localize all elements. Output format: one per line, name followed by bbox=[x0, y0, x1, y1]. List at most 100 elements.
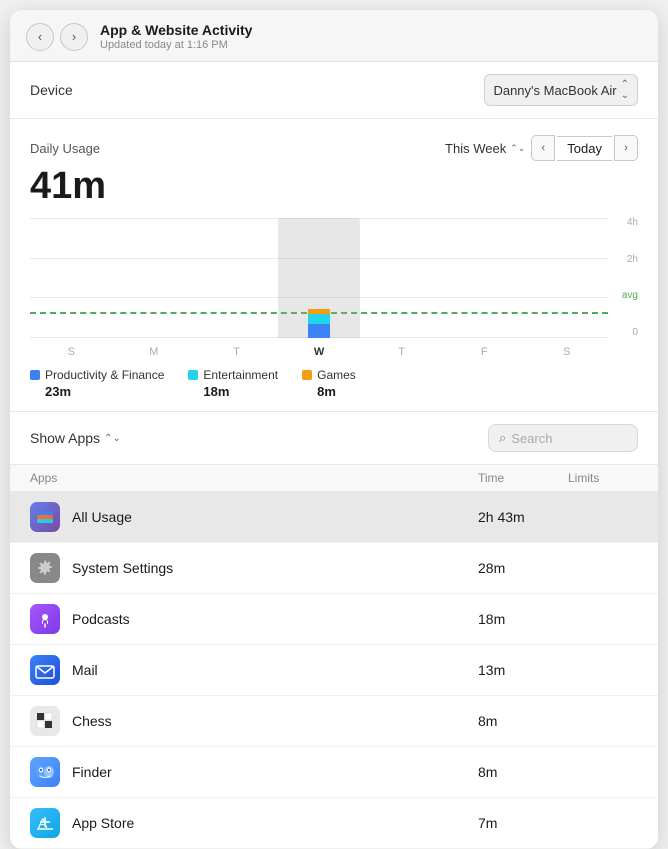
table-row[interactable]: Chess 8m bbox=[10, 696, 658, 747]
app-icon-all-usage bbox=[30, 502, 60, 532]
app-icon-chess bbox=[30, 706, 60, 736]
forward-button[interactable]: › bbox=[60, 23, 88, 51]
legend-dot-row-productivity: Productivity & Finance bbox=[30, 368, 164, 382]
app-name-system-settings: System Settings bbox=[72, 560, 478, 576]
legend-productivity: Productivity & Finance 23m bbox=[30, 368, 164, 399]
back-button[interactable]: ‹ bbox=[26, 23, 54, 51]
table-row[interactable]: Mail 13m bbox=[10, 645, 658, 696]
nav-buttons: ‹ › bbox=[26, 23, 88, 51]
app-name-mail: Mail bbox=[72, 662, 478, 678]
bar-blue-w bbox=[308, 324, 330, 338]
show-apps-label: Show Apps bbox=[30, 430, 100, 446]
app-time-podcasts: 18m bbox=[478, 611, 568, 627]
x-label-s1: S bbox=[30, 346, 113, 358]
x-label-m: M bbox=[113, 346, 196, 358]
app-icon-appstore: A bbox=[30, 808, 60, 838]
today-label: Today bbox=[557, 136, 612, 161]
table-row[interactable]: System Settings 28m bbox=[10, 543, 658, 594]
daily-usage-label: Daily Usage bbox=[30, 141, 100, 156]
window-subtitle: Updated today at 1:16 PM bbox=[100, 39, 642, 51]
legend-dot-row-entertainment: Entertainment bbox=[188, 368, 278, 382]
table-row[interactable]: Podcasts 18m bbox=[10, 594, 658, 645]
legend-games: Games 8m bbox=[302, 368, 356, 399]
chart-header: Daily Usage This Week ⌃⌄ ‹ Today › bbox=[30, 135, 638, 161]
chart-controls: This Week ⌃⌄ ‹ Today › bbox=[445, 135, 638, 161]
chart-section: Daily Usage This Week ⌃⌄ ‹ Today › 41m bbox=[10, 119, 658, 412]
legend-dot-productivity bbox=[30, 370, 40, 380]
y-label-avg: avg bbox=[622, 291, 638, 301]
table-row[interactable]: All Usage 2h 43m bbox=[10, 492, 658, 543]
chart-legend: Productivity & Finance 23m Entertainment… bbox=[30, 368, 638, 399]
legend-name-entertainment: Entertainment bbox=[203, 368, 278, 382]
bar-group-s1 bbox=[30, 218, 113, 338]
x-label-t2: T bbox=[360, 346, 443, 358]
app-name-chess: Chess bbox=[72, 713, 478, 729]
bar-group-t1 bbox=[195, 218, 278, 338]
x-label-s2: S bbox=[525, 346, 608, 358]
main-window: ‹ › App & Website Activity Updated today… bbox=[10, 10, 658, 849]
next-period-button[interactable]: › bbox=[614, 135, 638, 161]
search-input[interactable]: Search bbox=[511, 431, 552, 446]
legend-time-games: 8m bbox=[302, 384, 356, 399]
bar-stack-w bbox=[308, 288, 330, 338]
table-row[interactable]: A App Store 7m bbox=[10, 798, 658, 849]
app-name-podcasts: Podcasts bbox=[72, 611, 478, 627]
bar-group-f bbox=[443, 218, 526, 338]
app-name-finder: Finder bbox=[72, 764, 478, 780]
bar-group-w bbox=[278, 218, 361, 338]
legend-time-productivity: 23m bbox=[30, 384, 164, 399]
search-box[interactable]: ⌕ Search bbox=[488, 424, 638, 452]
col-apps-header: Apps bbox=[30, 471, 478, 485]
week-chevron-icon: ⌃⌄ bbox=[510, 143, 525, 154]
week-label: This Week bbox=[445, 141, 506, 156]
app-name-appstore: App Store bbox=[72, 815, 478, 831]
app-time-all-usage: 2h 43m bbox=[478, 509, 568, 525]
x-label-w: W bbox=[278, 346, 361, 358]
bar-group-s2 bbox=[525, 218, 608, 338]
chart-y-labels: 4h 2h avg 0 bbox=[622, 218, 638, 338]
usage-value: 41m bbox=[30, 165, 638, 208]
apps-header: Show Apps ⌃⌄ ⌕ Search bbox=[10, 412, 658, 465]
legend-dot-row-games: Games bbox=[302, 368, 356, 382]
y-label-2h: 2h bbox=[627, 255, 638, 265]
search-icon: ⌕ bbox=[499, 430, 506, 446]
x-label-t1: T bbox=[195, 346, 278, 358]
bar-group-m bbox=[113, 218, 196, 338]
table-header: Apps Time Limits bbox=[10, 465, 658, 492]
legend-dot-entertainment bbox=[188, 370, 198, 380]
table-row[interactable]: Finder 8m bbox=[10, 747, 658, 798]
col-time-header: Time bbox=[478, 471, 568, 485]
y-label-4h: 4h bbox=[627, 218, 638, 228]
legend-time-entertainment: 18m bbox=[188, 384, 278, 399]
x-label-f: F bbox=[443, 346, 526, 358]
app-icon-podcasts bbox=[30, 604, 60, 634]
device-selector[interactable]: Danny's MacBook Air ⌃⌄ bbox=[484, 74, 638, 106]
legend-name-games: Games bbox=[317, 368, 356, 382]
col-limits-header: Limits bbox=[568, 471, 638, 485]
week-selector[interactable]: This Week ⌃⌄ bbox=[445, 141, 525, 156]
app-time-chess: 8m bbox=[478, 713, 568, 729]
chevron-updown-icon: ⌃⌄ bbox=[621, 79, 629, 101]
bar-teal-w bbox=[308, 314, 330, 324]
app-time-mail: 13m bbox=[478, 662, 568, 678]
y-label-0: 0 bbox=[632, 328, 638, 338]
legend-entertainment: Entertainment 18m bbox=[188, 368, 278, 399]
app-time-appstore: 7m bbox=[478, 815, 568, 831]
apps-section: Show Apps ⌃⌄ ⌕ Search Apps Time Limits bbox=[10, 412, 658, 849]
show-apps-chevron-icon: ⌃⌄ bbox=[104, 433, 121, 444]
app-icon-system-settings bbox=[30, 553, 60, 583]
device-row: Device Danny's MacBook Air ⌃⌄ bbox=[10, 62, 658, 119]
bar-chart: 4h 2h avg 0 bbox=[30, 218, 638, 358]
legend-name-productivity: Productivity & Finance bbox=[45, 368, 164, 382]
prev-period-button[interactable]: ‹ bbox=[531, 135, 555, 161]
title-info: App & Website Activity Updated today at … bbox=[100, 22, 642, 51]
app-time-finder: 8m bbox=[478, 764, 568, 780]
app-name-all-usage: All Usage bbox=[72, 509, 478, 525]
today-nav: ‹ Today › bbox=[531, 135, 638, 161]
device-name: Danny's MacBook Air bbox=[493, 83, 616, 98]
app-time-system-settings: 28m bbox=[478, 560, 568, 576]
show-apps-button[interactable]: Show Apps ⌃⌄ bbox=[30, 430, 121, 446]
bars-area bbox=[30, 218, 608, 338]
window-title: App & Website Activity bbox=[100, 22, 642, 38]
device-label: Device bbox=[30, 82, 73, 98]
